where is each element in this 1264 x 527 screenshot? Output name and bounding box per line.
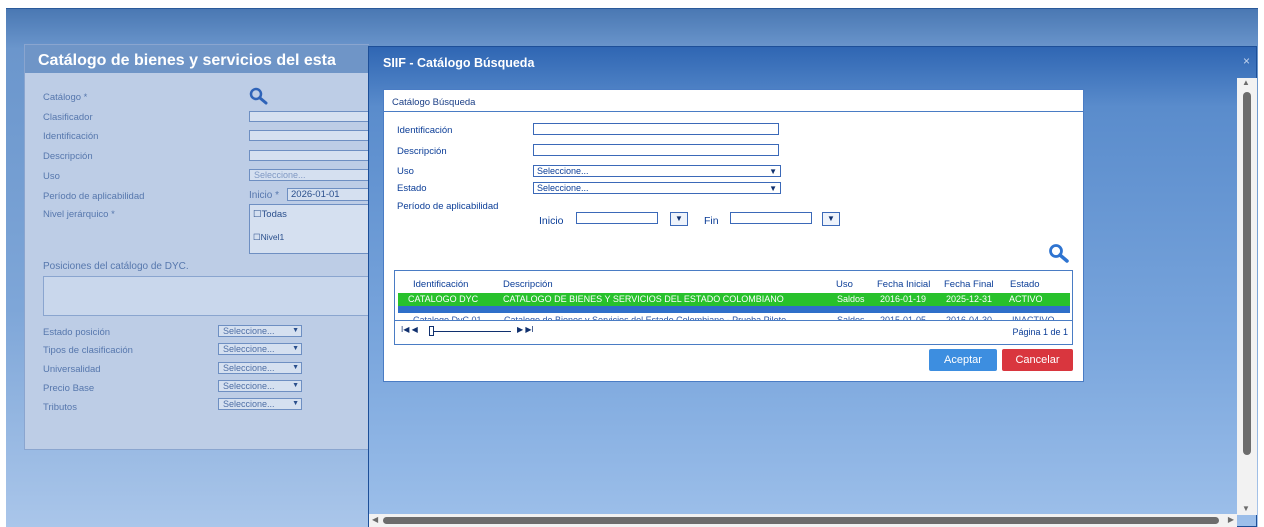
pager-slider-handle[interactable] — [429, 326, 434, 336]
estado-posicion-select[interactable]: Seleccione... — [218, 325, 302, 337]
label-uso: Uso — [397, 166, 414, 177]
fin-date-input[interactable] — [730, 212, 812, 224]
identificacion-input[interactable] — [533, 123, 779, 135]
table-row[interactable]: CATALOGO DYC CATALOGO DE BIENES Y SERVIC… — [398, 293, 1070, 306]
tributos-select[interactable]: Seleccione... — [218, 398, 302, 410]
column-header[interactable]: Estado — [1010, 279, 1040, 290]
label-catalogo: Catálogo * — [43, 92, 88, 103]
label-periodo: Período de aplicabilidad — [43, 191, 145, 202]
label-estado-posicion: Estado posición — [43, 327, 111, 338]
cell-fecha-final: 2025-12-31 — [946, 294, 993, 304]
descripcion-input[interactable] — [249, 150, 370, 161]
label-inicio: Inicio — [539, 215, 564, 227]
scroll-left-icon[interactable]: ◀ — [372, 515, 378, 524]
precio-base-select[interactable]: Seleccione... — [218, 380, 302, 392]
chevron-down-icon: ▼ — [769, 167, 777, 176]
scroll-down-icon[interactable]: ▼ — [1242, 504, 1250, 513]
pager-divider — [395, 320, 1072, 321]
cell-fecha-inicial: 2016-01-19 — [880, 294, 927, 304]
label-tributos: Tributos — [43, 402, 77, 413]
inicio-date-input[interactable]: 2026-01-01 — [287, 188, 370, 201]
posiciones-title: Posiciones del catálogo de DYC. — [43, 261, 189, 272]
label-identificacion: Identificación — [43, 131, 99, 142]
label-fin: Fin — [704, 215, 719, 227]
page-info: Página 1 de 1 — [1012, 327, 1068, 337]
panel-divider — [384, 111, 1083, 112]
pager-first-prev[interactable]: I◀ ◀ — [401, 325, 418, 334]
background-form-title: Catálogo de bienes y servicios del esta — [38, 52, 336, 69]
row-highlight — [398, 306, 1070, 313]
scroll-right-icon[interactable]: ▶ — [1228, 515, 1234, 524]
label-periodo: Período de aplicabilidad — [397, 201, 499, 212]
descripcion-input[interactable] — [533, 144, 779, 156]
clasificador-input[interactable] — [249, 111, 370, 122]
column-header[interactable]: Uso — [836, 279, 853, 290]
pager-track — [429, 331, 511, 332]
scroll-up-icon[interactable]: ▲ — [1242, 78, 1250, 87]
column-header[interactable]: Fecha Inicial — [877, 279, 930, 290]
panel-title: Catálogo Búsqueda — [392, 97, 476, 108]
search-icon[interactable] — [249, 87, 269, 105]
vertical-scrollbar[interactable]: ▲ ▼ — [1237, 78, 1257, 515]
tipos-clasificacion-select[interactable]: Seleccione... — [218, 343, 302, 355]
label-tipos-clasificacion: Tipos de clasificación — [43, 345, 133, 356]
label-precio-base: Precio Base — [43, 383, 95, 394]
fin-date-dropdown[interactable]: ▼ — [822, 212, 840, 226]
estado-select[interactable]: Seleccione... ▼ — [533, 182, 781, 194]
inicio-date-dropdown[interactable]: ▼ — [670, 212, 688, 226]
uso-select[interactable]: Seleccione... ▼ — [533, 165, 781, 177]
chevron-down-icon: ▼ — [827, 214, 835, 223]
label-descripcion: Descripción — [43, 151, 93, 162]
identificacion-input[interactable] — [249, 130, 370, 141]
horizontal-scrollbar[interactable]: ◀ ▶ — [369, 514, 1237, 527]
estado-select-value: Seleccione... — [537, 183, 589, 193]
nivel1-label: Nivel1 — [260, 232, 285, 242]
label-descripcion: Descripción — [397, 146, 447, 157]
label-estado: Estado — [397, 183, 427, 194]
label-nivel: Nivel jerárquico * — [43, 209, 115, 220]
column-header[interactable]: Descripción — [503, 279, 553, 290]
accept-button[interactable]: Aceptar — [929, 349, 997, 371]
universalidad-select[interactable]: Seleccione... — [218, 362, 302, 374]
todas-checkbox[interactable]: ☐Todas — [253, 209, 287, 220]
close-icon[interactable]: × — [1243, 54, 1250, 68]
cell-uso: Saldos — [837, 294, 865, 304]
cell-identificacion: CATALOGO DYC — [408, 294, 479, 304]
chevron-down-icon: ▼ — [769, 184, 777, 193]
modal-title: SIIF - Catálogo Búsqueda — [383, 56, 535, 70]
label-universalidad: Universalidad — [43, 364, 101, 375]
horizontal-scroll-thumb[interactable] — [383, 517, 1219, 524]
chevron-down-icon: ▼ — [675, 214, 683, 223]
search-panel: Catálogo Búsqueda Identificación Descrip… — [383, 89, 1084, 382]
uso-select-value: Seleccione... — [537, 166, 589, 176]
column-header[interactable]: Identificación — [413, 279, 468, 290]
pager-next-last[interactable]: ▶ ▶I — [517, 325, 534, 334]
nivel1-checkbox[interactable]: ☐Nivel1 — [253, 232, 284, 243]
uso-select[interactable]: Seleccione... — [249, 169, 370, 181]
posiciones-box — [43, 276, 370, 316]
search-icon[interactable] — [1048, 243, 1072, 263]
cell-descripcion: CATALOGO DE BIENES Y SERVICIOS DEL ESTAD… — [503, 294, 784, 304]
inicio-label: Inicio * — [249, 190, 280, 201]
label-identificacion: Identificación — [397, 125, 453, 136]
label-uso: Uso — [43, 171, 60, 182]
label-clasificador: Clasificador — [43, 112, 93, 123]
cell-estado: ACTIVO — [1009, 294, 1043, 304]
nivel-list: ☐Todas ☐Nivel1 — [249, 204, 370, 254]
cancel-button[interactable]: Cancelar — [1002, 349, 1073, 371]
todas-label: Todas — [261, 209, 287, 220]
column-header[interactable]: Fecha Final — [944, 279, 994, 290]
inicio-date-input[interactable] — [576, 212, 658, 224]
vertical-scroll-thumb[interactable] — [1243, 92, 1251, 455]
results-grid: Identificación Descripción Uso Fecha Ini… — [394, 270, 1073, 345]
background-form: Catálogo de bienes y servicios del esta … — [24, 44, 370, 450]
